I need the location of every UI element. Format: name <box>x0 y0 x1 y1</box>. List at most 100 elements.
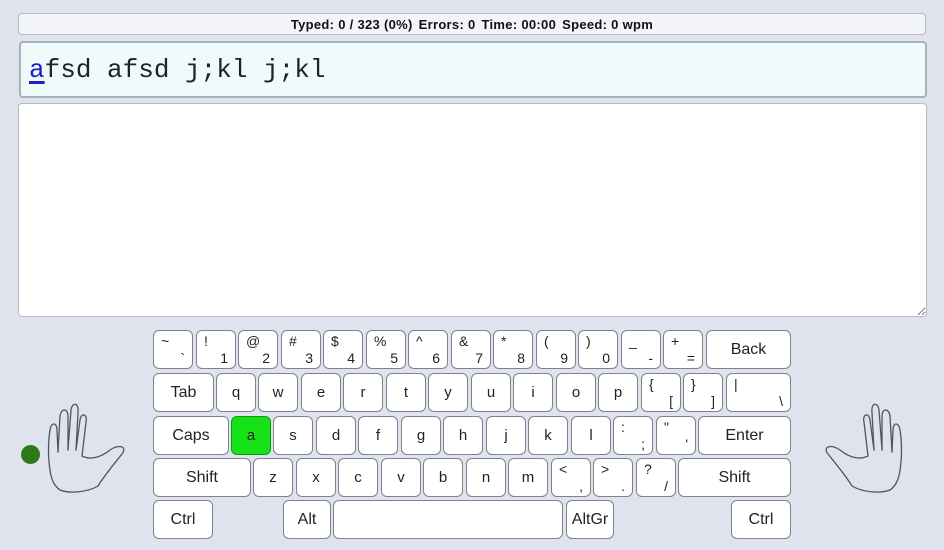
key-lower: . <box>621 478 625 494</box>
key-slash[interactable]: ? / <box>636 458 676 497</box>
key-backspace[interactable]: Back <box>706 330 791 369</box>
key-5[interactable]: % 5 <box>366 330 406 369</box>
key-right-bracket[interactable]: }] <box>683 373 723 412</box>
key-upper: < <box>559 461 568 477</box>
key-lower: 9 <box>560 350 568 366</box>
key-altgr[interactable]: AltGr <box>566 500 614 539</box>
remaining-text: fsd afsd j;kl j;kl <box>44 55 326 85</box>
key-lower: [ <box>669 393 673 409</box>
key-minus[interactable]: _ - <box>621 330 661 369</box>
key-upper: + <box>671 333 680 349</box>
key-caps[interactable]: Caps <box>153 416 229 455</box>
key-9[interactable]: (9 <box>536 330 576 369</box>
key-tab[interactable]: Tab <box>153 373 214 412</box>
key-lower: 7 <box>475 350 483 366</box>
key-enter[interactable]: Enter <box>698 416 791 455</box>
key-upper: | <box>734 376 738 392</box>
key-equals[interactable]: + = <box>663 330 703 369</box>
key-upper: $ <box>331 333 339 349</box>
key-i[interactable]: i <box>513 373 553 412</box>
key-upper: " <box>664 419 669 435</box>
key-backtick[interactable]: ~ ` <box>153 330 193 369</box>
key-c[interactable]: c <box>338 458 378 497</box>
key-3[interactable]: #3 <box>281 330 321 369</box>
key-lower: 0 <box>602 350 610 366</box>
key-v[interactable]: v <box>381 458 421 497</box>
key-a[interactable]: a <box>231 416 271 455</box>
key-1[interactable]: ! 1 <box>196 330 236 369</box>
key-t[interactable]: t <box>386 373 426 412</box>
key-q[interactable]: q <box>216 373 256 412</box>
key-p[interactable]: p <box>598 373 638 412</box>
right-hand-outline-icon <box>825 403 903 493</box>
key-upper: ) <box>586 333 591 349</box>
key-8[interactable]: * 8 <box>493 330 533 369</box>
key-backslash[interactable]: | \ <box>726 373 791 412</box>
key-w[interactable]: w <box>258 373 298 412</box>
key-h[interactable]: h <box>443 416 483 455</box>
key-lower: 6 <box>432 350 440 366</box>
key-n[interactable]: n <box>466 458 506 497</box>
key-period[interactable]: >. <box>593 458 633 497</box>
key-ctrl-right[interactable]: Ctrl <box>731 500 791 539</box>
key-lower: / <box>664 478 668 494</box>
key-m[interactable]: m <box>508 458 548 497</box>
key-4[interactable]: $4 <box>323 330 363 369</box>
key-z[interactable]: z <box>253 458 293 497</box>
key-lower: 1 <box>220 350 228 366</box>
key-upper: ! <box>204 333 208 349</box>
key-x[interactable]: x <box>296 458 336 497</box>
key-upper: { <box>649 376 654 392</box>
key-lower: 3 <box>305 350 313 366</box>
key-alt[interactable]: Alt <box>283 500 331 539</box>
key-7[interactable]: & 7 <box>451 330 491 369</box>
typed-count: Typed: 0 / 323 (0%) <box>290 16 413 32</box>
key-quote[interactable]: " ' <box>656 416 696 455</box>
key-lower: = <box>686 350 695 366</box>
key-space[interactable] <box>333 500 563 539</box>
key-d[interactable]: d <box>316 416 356 455</box>
key-upper: # <box>289 333 297 349</box>
key-s[interactable]: s <box>273 416 313 455</box>
finger-indicator <box>21 445 40 464</box>
key-g[interactable]: g <box>401 416 441 455</box>
key-lower: \ <box>779 393 783 409</box>
key-y[interactable]: y <box>428 373 468 412</box>
current-character: a <box>29 55 45 85</box>
key-o[interactable]: o <box>556 373 596 412</box>
key-comma[interactable]: <, <box>551 458 591 497</box>
lesson-text: afsd afsd j;kl j;kl <box>19 41 927 98</box>
key-u[interactable]: u <box>471 373 511 412</box>
key-k[interactable]: k <box>528 416 568 455</box>
key-f[interactable]: f <box>358 416 398 455</box>
key-lower: 2 <box>262 350 270 366</box>
key-left-bracket[interactable]: {[ <box>641 373 681 412</box>
key-j[interactable]: j <box>486 416 526 455</box>
key-semicolon[interactable]: :; <box>613 416 653 455</box>
key-lower: ' <box>685 436 688 452</box>
key-lower: ] <box>711 393 715 409</box>
key-0[interactable]: ) 0 <box>578 330 618 369</box>
typing-input[interactable] <box>18 103 927 317</box>
key-ctrl-left[interactable]: Ctrl <box>153 500 213 539</box>
key-6[interactable]: ^ 6 <box>408 330 448 369</box>
key-lower: ` <box>180 350 185 366</box>
key-upper: > <box>601 461 610 477</box>
key-2[interactable]: @2 <box>238 330 278 369</box>
key-upper: % <box>374 333 387 349</box>
key-b[interactable]: b <box>423 458 463 497</box>
key-r[interactable]: r <box>343 373 383 412</box>
key-lower: , <box>579 478 583 494</box>
key-l[interactable]: l <box>571 416 611 455</box>
key-upper: } <box>691 376 696 392</box>
left-hand-outline-icon <box>47 403 125 493</box>
key-upper: ~ <box>161 333 170 349</box>
key-upper: & <box>459 333 469 349</box>
key-lower: 5 <box>390 350 398 366</box>
key-shift-right[interactable]: Shift <box>678 458 791 497</box>
key-lower: ; <box>641 436 645 452</box>
stats-bar: Typed: 0 / 323 (0%) Errors: 0 Time: 00:0… <box>18 13 926 35</box>
key-e[interactable]: e <box>301 373 341 412</box>
speed-readout: Speed: 0 wpm <box>562 16 654 32</box>
key-shift-left[interactable]: Shift <box>153 458 251 497</box>
